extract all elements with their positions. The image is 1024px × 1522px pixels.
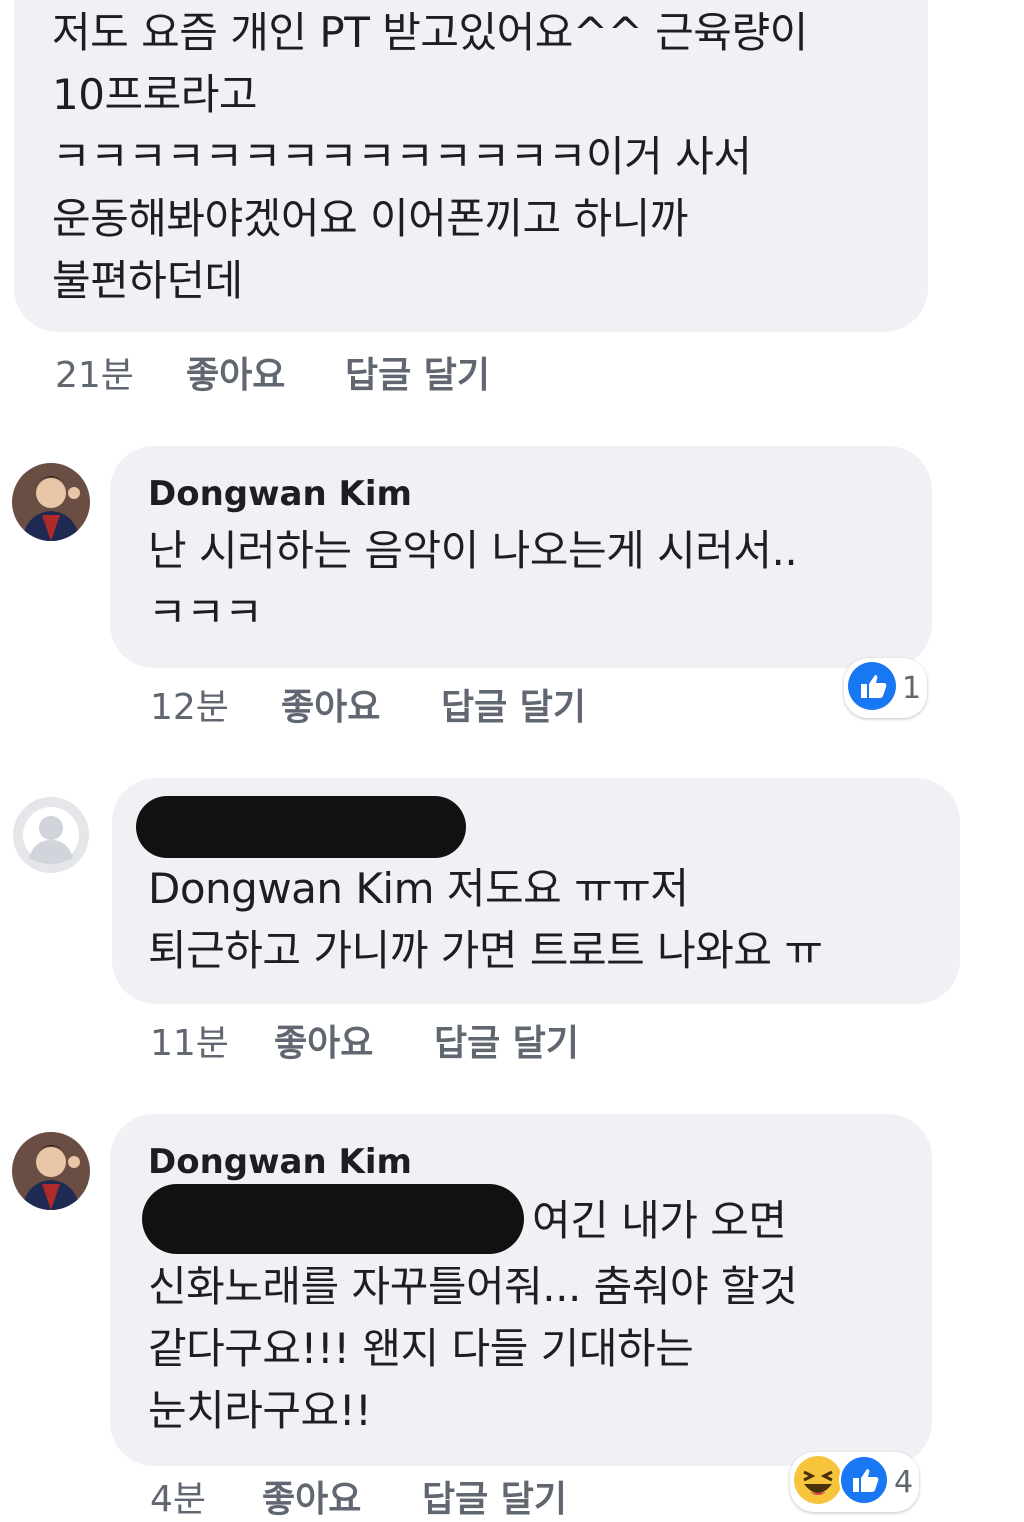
like-button-2[interactable]: 좋아요 [281, 678, 380, 730]
user-avatar-image [12, 463, 90, 541]
comment-time-2[interactable]: 12분 [150, 678, 229, 730]
reply-button-3[interactable]: 답글 달기 [434, 1014, 579, 1066]
comment-text-4-rest: 신화노래를 자꾸틀어줘... 춤춰야 할것 같다구요!!! 왠지 다들 기대하는… [148, 1262, 798, 1435]
comment-text-4-first: 여긴 내가 오면 [532, 1196, 787, 1245]
reply-button-1[interactable]: 답글 달기 [345, 346, 490, 398]
reaction-count-2: 1 [902, 670, 922, 706]
redacted-mention-4 [142, 1184, 524, 1254]
comment-text-2: 난 시러하는 음악이 나오는게 시러서.. ㅋㅋㅋ [148, 526, 798, 637]
haha-icon [792, 1454, 844, 1510]
default-avatar-icon[interactable] [12, 796, 90, 874]
comment-time-1[interactable]: 21분 [55, 346, 134, 398]
redacted-author-3 [136, 796, 466, 858]
comment-time-4[interactable]: 4분 [150, 1470, 206, 1522]
comment-author-4[interactable]: Dongwan Kim [148, 1142, 412, 1182]
user-avatar-image [12, 1132, 90, 1210]
reply-button-2[interactable]: 답글 달기 [441, 678, 586, 730]
like-button-4[interactable]: 좋아요 [262, 1470, 361, 1522]
user-avatar-4[interactable] [12, 1132, 90, 1210]
reaction-summary-2[interactable]: 1 [844, 658, 928, 718]
comment-time-3[interactable]: 11분 [150, 1014, 229, 1066]
reaction-summary-4[interactable]: 4 [790, 1452, 920, 1512]
user-avatar-2[interactable] [12, 463, 90, 541]
comment-author-2[interactable]: Dongwan Kim [148, 474, 412, 514]
like-button-1[interactable]: 좋아요 [186, 346, 285, 398]
like-icon [846, 660, 898, 716]
like-button-3[interactable]: 좋아요 [274, 1014, 373, 1066]
comment-text-3: Dongwan Kim 저도요 ㅠㅠ저 퇴근하고 가니까 가면 트로트 나와요 … [148, 864, 823, 975]
comment-text-1: 저도 요즘 개인 PT 받고있어요^^ 근육량이 10프로라고 ㅋㅋㅋㅋㅋㅋㅋㅋ… [52, 8, 808, 305]
like-icon [838, 1454, 890, 1510]
reply-button-4[interactable]: 답글 달기 [422, 1470, 567, 1522]
reaction-count-4: 4 [894, 1464, 914, 1500]
